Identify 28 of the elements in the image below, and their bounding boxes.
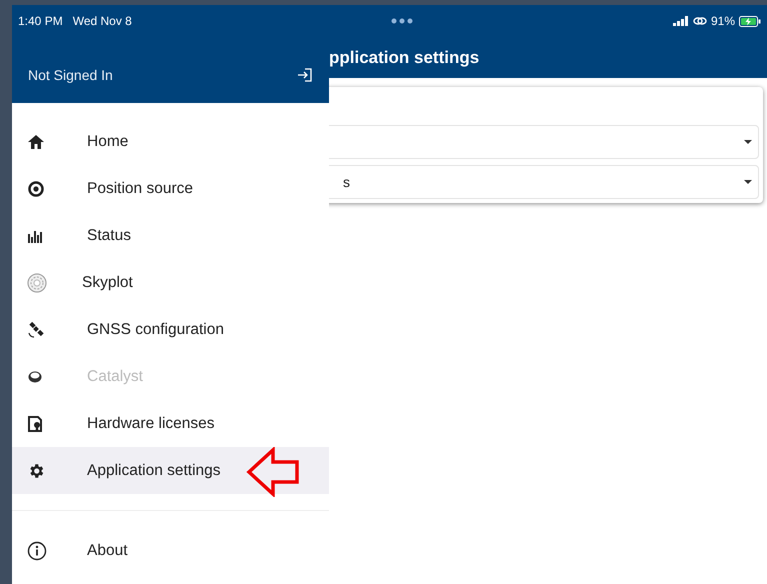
signal-icon — [672, 16, 689, 26]
certificate-icon — [27, 414, 43, 432]
bar-chart-icon — [27, 228, 43, 242]
caret-icon — [744, 140, 752, 144]
sign-in-icon[interactable] — [297, 67, 313, 83]
menu-item[interactable]: Hardware licenses — [12, 400, 329, 447]
menu-item[interactable]: Status — [12, 212, 329, 259]
disc-icon — [27, 370, 43, 384]
menu-item[interactable]: Application settings — [12, 447, 329, 494]
battery-percent: 91% — [710, 14, 735, 28]
target-icon — [27, 180, 45, 198]
annotation-arrow — [246, 447, 300, 497]
satellite-icon — [27, 320, 45, 338]
more-dots-icon — [391, 18, 414, 24]
menu-item[interactable]: Skyplot — [12, 259, 329, 306]
home-icon — [27, 134, 45, 150]
menu-item[interactable]: About — [12, 527, 329, 574]
info-icon — [27, 540, 47, 560]
menu-item[interactable]: GNSS configuration — [12, 306, 329, 353]
menu-item[interactable]: Home — [12, 118, 329, 165]
status-date: Wed Nov 8 — [72, 14, 132, 28]
page-title: pplication settings — [329, 48, 480, 68]
skyplot-icon — [27, 272, 47, 292]
battery-charging-icon — [739, 16, 761, 26]
account-status: Not Signed In — [28, 67, 113, 83]
clock-time: 1:40 PM — [18, 14, 63, 28]
link-icon — [692, 16, 707, 26]
caret-icon — [744, 180, 752, 184]
